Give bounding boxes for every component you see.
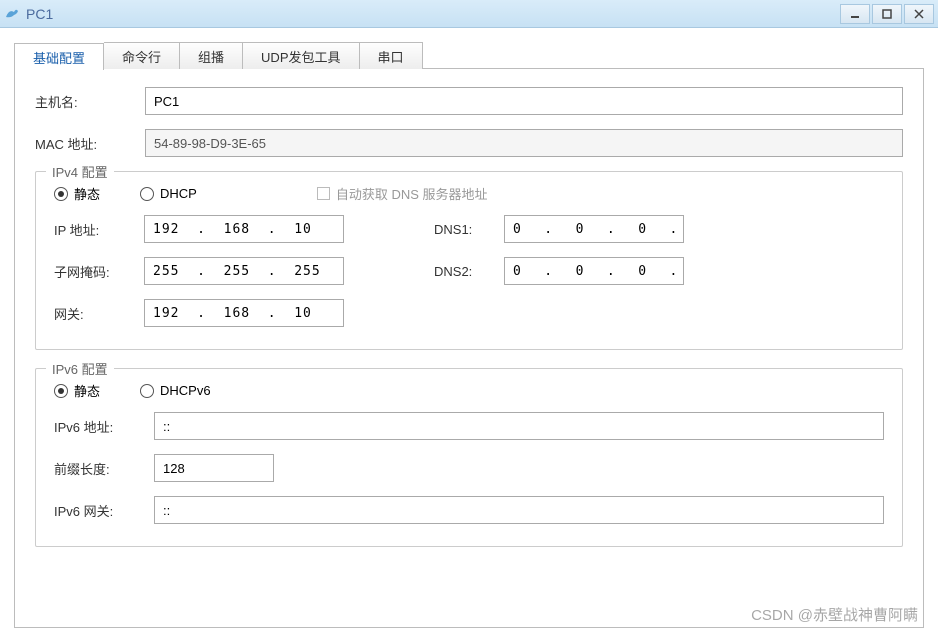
ipv6-fieldset: IPv6 配置 静态 DHCPv6 IPv6 地址: 前缀长度: IPv6 网关… bbox=[35, 368, 903, 547]
gateway-label: 网关: bbox=[54, 304, 144, 323]
ipv6-radio-static[interactable]: 静态 bbox=[54, 381, 100, 400]
ipv6-radio-dhcpv6-label: DHCPv6 bbox=[160, 383, 211, 398]
mac-input bbox=[145, 129, 903, 157]
ipv6-prefix-label: 前缀长度: bbox=[54, 459, 154, 478]
ipv4-radio-static-label: 静态 bbox=[74, 184, 100, 203]
window-titlebar: PC1 bbox=[0, 0, 938, 28]
tab-multicast[interactable]: 组播 bbox=[180, 42, 243, 69]
dns1-input[interactable] bbox=[504, 215, 684, 243]
tab-bar: 基础配置 命令行 组播 UDP发包工具 串口 bbox=[14, 42, 938, 69]
hostname-label: 主机名: bbox=[35, 92, 145, 111]
ipv4-legend: IPv4 配置 bbox=[46, 162, 114, 181]
tab-udp-tool[interactable]: UDP发包工具 bbox=[243, 42, 359, 69]
mask-label: 子网掩码: bbox=[54, 262, 144, 281]
radio-icon bbox=[140, 187, 154, 201]
ipv4-fieldset: IPv4 配置 静态 DHCP 自动获取 DNS 服务器地址 IP 地址: bbox=[35, 171, 903, 350]
radio-icon bbox=[54, 384, 68, 398]
checkbox-icon bbox=[317, 187, 330, 200]
radio-icon bbox=[54, 187, 68, 201]
tab-cli[interactable]: 命令行 bbox=[104, 42, 180, 69]
hostname-input[interactable] bbox=[145, 87, 903, 115]
ipv6-radio-dhcpv6[interactable]: DHCPv6 bbox=[140, 383, 211, 398]
dns1-label: DNS1: bbox=[434, 222, 504, 237]
ipv6-addr-input[interactable] bbox=[154, 412, 884, 440]
ipv4-radio-dhcp-label: DHCP bbox=[160, 186, 197, 201]
auto-dns-label: 自动获取 DNS 服务器地址 bbox=[336, 184, 488, 203]
tab-serial[interactable]: 串口 bbox=[360, 42, 423, 69]
mac-label: MAC 地址: bbox=[35, 134, 145, 153]
ipv6-legend: IPv6 配置 bbox=[46, 359, 114, 378]
dns2-input[interactable] bbox=[504, 257, 684, 285]
gateway-input[interactable] bbox=[144, 299, 344, 327]
app-icon bbox=[4, 6, 20, 22]
ip-label: IP 地址: bbox=[54, 220, 144, 239]
ipv6-prefix-input[interactable] bbox=[154, 454, 274, 482]
maximize-button[interactable] bbox=[872, 4, 902, 24]
subnet-mask-input[interactable] bbox=[144, 257, 344, 285]
ipv4-radio-dhcp[interactable]: DHCP bbox=[140, 186, 197, 201]
radio-icon bbox=[140, 384, 154, 398]
ipv6-radio-static-label: 静态 bbox=[74, 381, 100, 400]
minimize-button[interactable] bbox=[840, 4, 870, 24]
auto-dns-checkbox[interactable]: 自动获取 DNS 服务器地址 bbox=[317, 184, 488, 203]
ipv6-gw-label: IPv6 网关: bbox=[54, 501, 154, 520]
ipv6-addr-label: IPv6 地址: bbox=[54, 417, 154, 436]
close-button[interactable] bbox=[904, 4, 934, 24]
ipv4-radio-static[interactable]: 静态 bbox=[54, 184, 100, 203]
ip-input[interactable] bbox=[144, 215, 344, 243]
window-title: PC1 bbox=[26, 6, 838, 22]
ipv6-gw-input[interactable] bbox=[154, 496, 884, 524]
panel-basic-config: 主机名: MAC 地址: IPv4 配置 静态 DHCP 自动获取 DNS 服务… bbox=[14, 68, 924, 628]
dns2-label: DNS2: bbox=[434, 264, 504, 279]
tab-basic-config[interactable]: 基础配置 bbox=[14, 43, 104, 70]
